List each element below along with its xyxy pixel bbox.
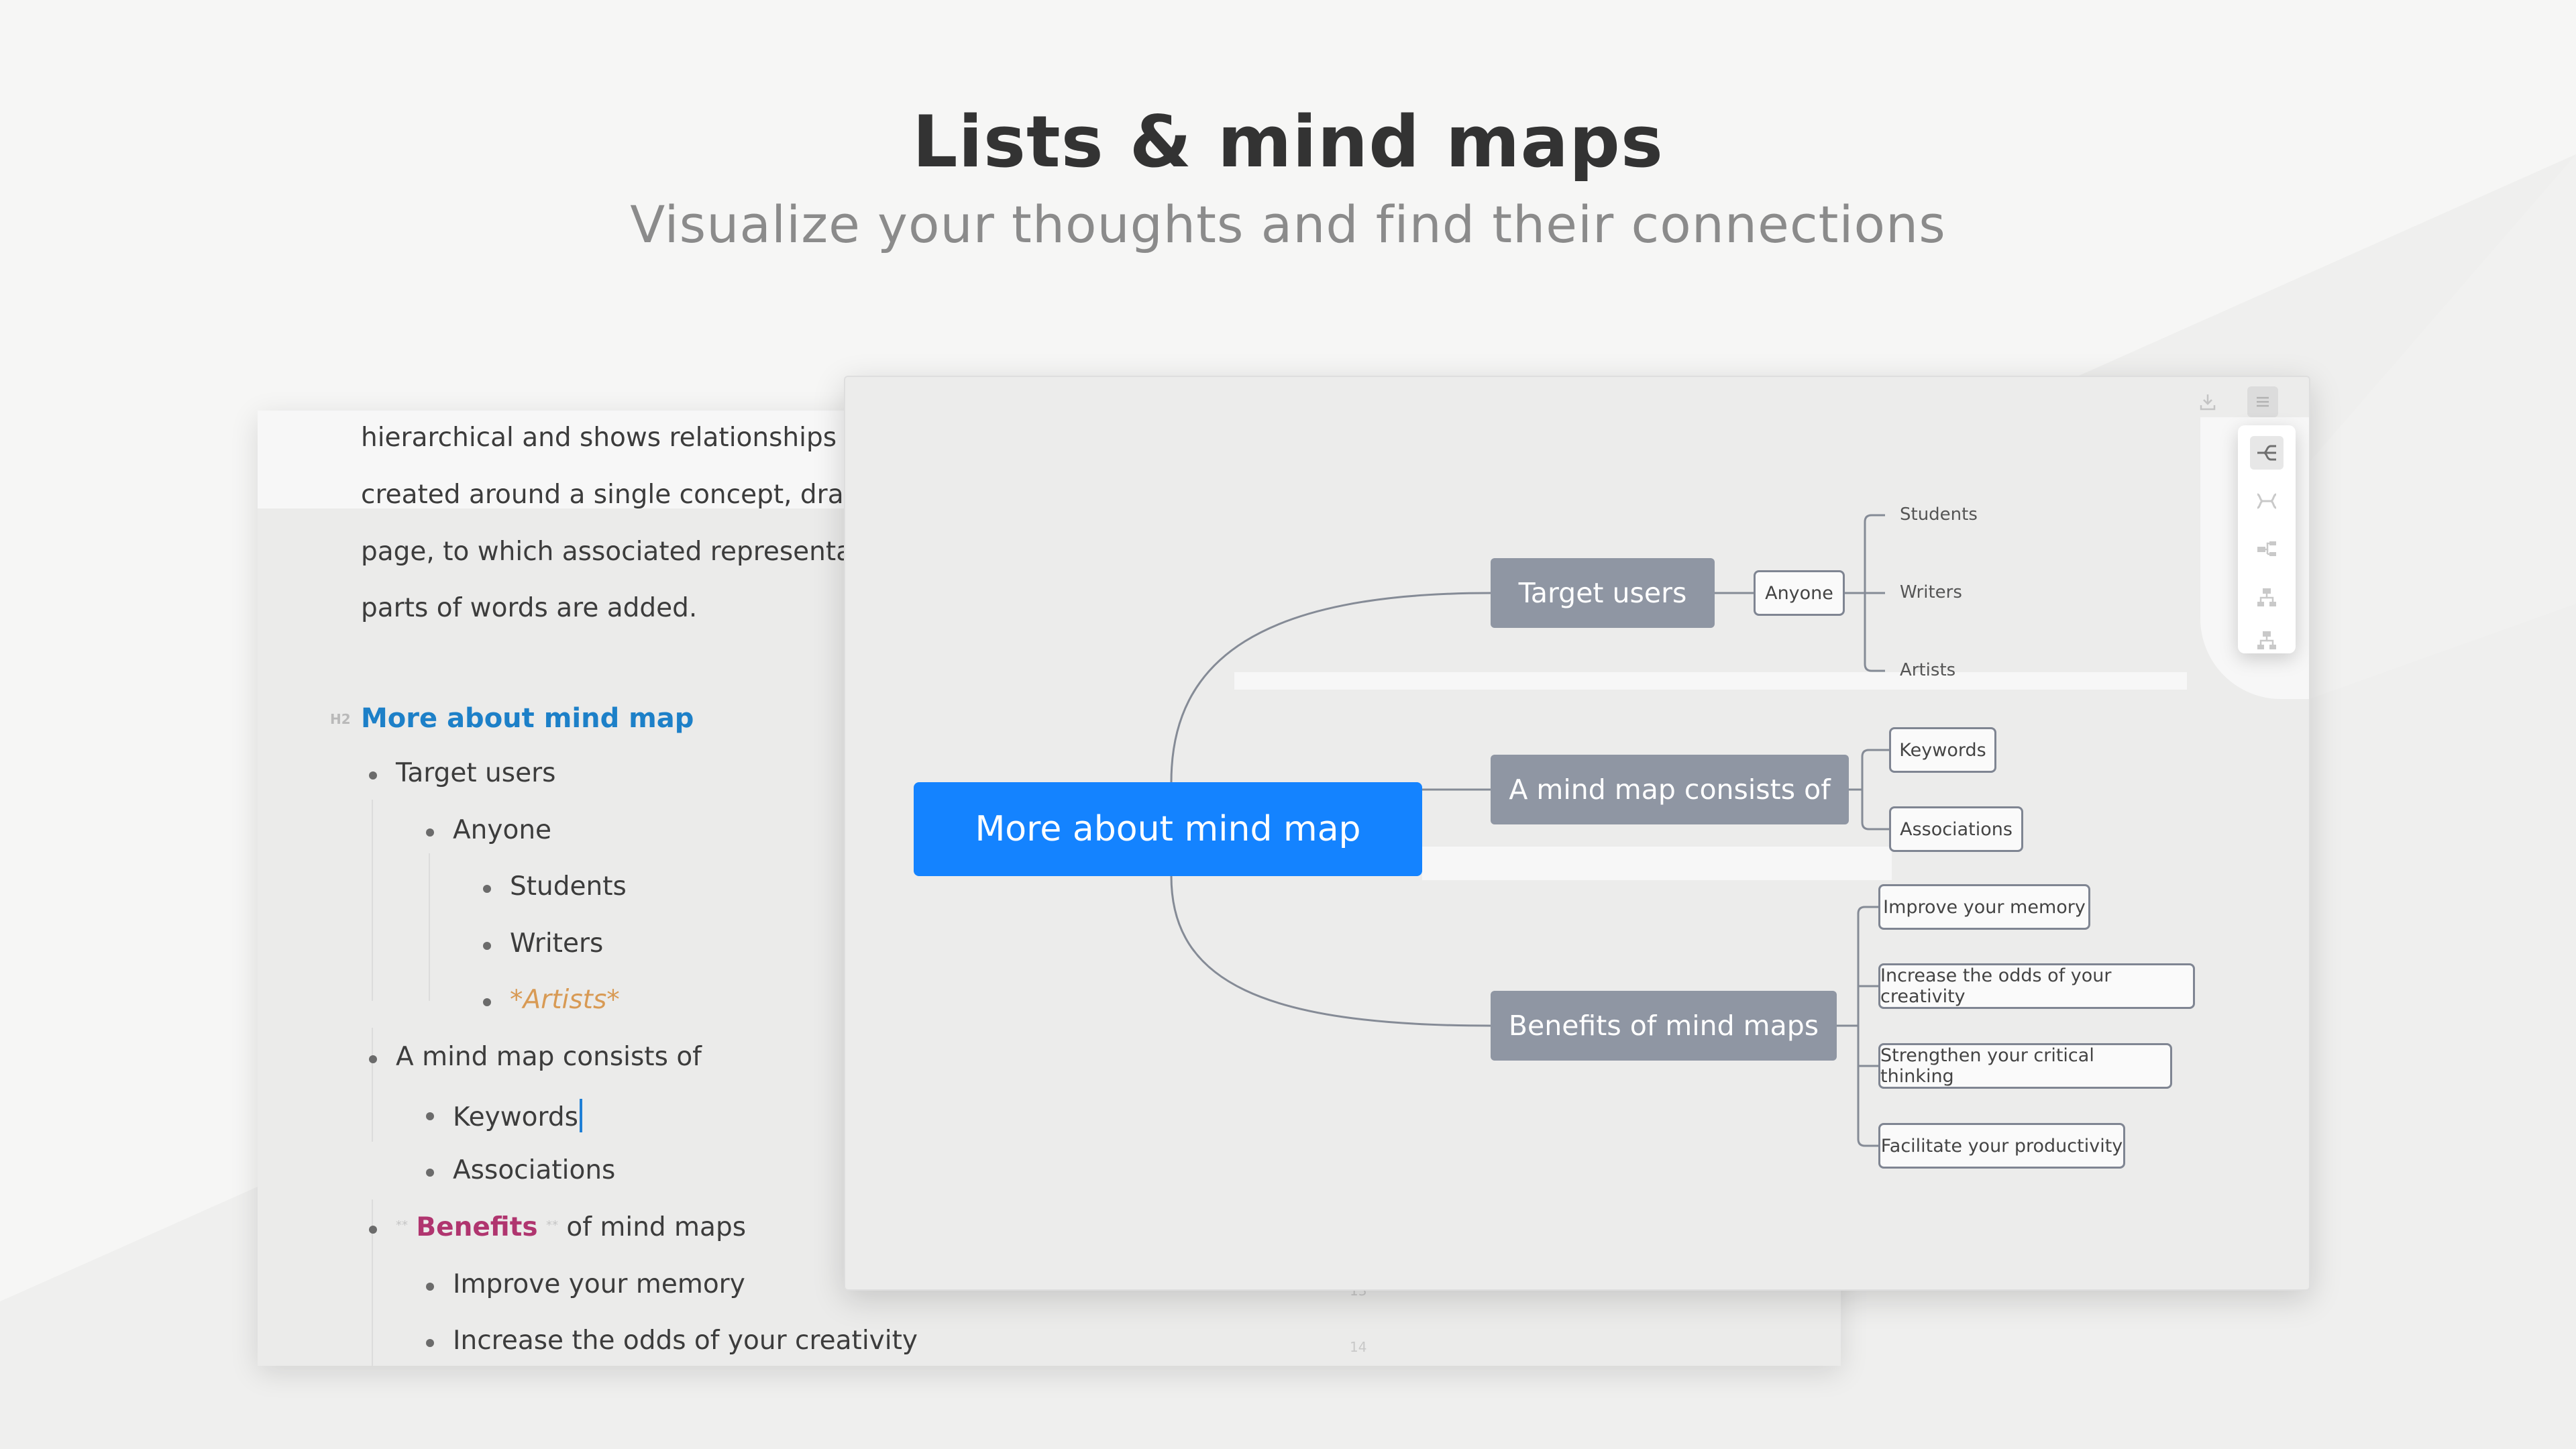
mindmap-window[interactable]: More about mind map Target users A mind … [844, 376, 2310, 1291]
indent-guide [429, 853, 430, 1001]
indent-guide [372, 1199, 373, 1366]
list-item-increase-creativity[interactable]: Increase the odds of your creativity [453, 1326, 918, 1356]
mindmap-leaf-students[interactable]: Students [1900, 504, 1978, 525]
list-bullet [369, 1226, 377, 1234]
layout-toolbar [2238, 425, 2296, 653]
bold-marker: ** [396, 1218, 408, 1232]
indent-guide [372, 800, 373, 1001]
download-icon[interactable] [2192, 386, 2223, 417]
mindmap-right-icon[interactable] [2250, 436, 2284, 470]
heading-level-marker: H2 [330, 711, 351, 727]
menu-icon[interactable] [2247, 386, 2278, 417]
text-cursor [579, 1099, 582, 1132]
list-bullet [369, 1055, 377, 1063]
page-title: Lists & mind maps [912, 101, 1664, 183]
paragraph-line: created around a single concept, drawn a… [361, 480, 920, 510]
mindmap-leaf-writers[interactable]: Writers [1900, 582, 1962, 602]
mindmap-node-increase-creativity[interactable]: Increase the odds of your creativity [1878, 963, 2195, 1009]
list-item-target-users[interactable]: Target users [396, 758, 555, 788]
list-bullet [426, 1339, 434, 1347]
mindmap-leaf-artists[interactable]: Artists [1900, 660, 1955, 680]
indent-guide [372, 1028, 373, 1142]
mindmap-node-anyone[interactable]: Anyone [1754, 570, 1845, 616]
list-item-anyone[interactable]: Anyone [453, 815, 551, 845]
list-bullet [426, 1283, 434, 1291]
list-item-keywords[interactable]: Keywords [453, 1099, 582, 1132]
paragraph-line: hierarchical and shows relationships amo… [361, 423, 914, 453]
mindmap-node-improve-memory[interactable]: Improve your memory [1878, 884, 2090, 930]
list-item-students[interactable]: Students [510, 871, 627, 902]
list-bullet [483, 885, 491, 893]
benefits-rest-text: of mind maps [566, 1212, 747, 1242]
bold-marker: ** [545, 1218, 558, 1232]
mindmap-both-icon[interactable] [2250, 484, 2284, 518]
list-bullet [483, 942, 491, 950]
list-item-consists-of[interactable]: A mind map consists of [396, 1042, 702, 1072]
mindmap-node-target-users[interactable]: Target users [1491, 558, 1715, 628]
list-bullet [483, 998, 491, 1006]
org-chart-icon[interactable] [2250, 581, 2284, 614]
mindmap-node-benefits[interactable]: Benefits of mind maps [1491, 991, 1837, 1061]
mindmap-root-node[interactable]: More about mind map [914, 782, 1422, 876]
list-bullet [369, 771, 377, 780]
list-bullet [426, 1169, 434, 1177]
paragraph-line: parts of words are added. [361, 593, 698, 623]
benefits-bold-text: Benefits [416, 1212, 538, 1242]
list-item-artists[interactable]: *Artists* [510, 985, 620, 1015]
mindmap-node-productivity[interactable]: Facilitate your productivity [1878, 1123, 2125, 1169]
line-number: 14 [1350, 1339, 1367, 1355]
section-heading[interactable]: More about mind map [361, 703, 694, 734]
list-item-writers[interactable]: Writers [510, 928, 603, 959]
list-bullet [426, 828, 434, 837]
list-item-improve-memory[interactable]: Improve your memory [453, 1269, 745, 1299]
mindmap-node-critical-thinking[interactable]: Strengthen your critical thinking [1878, 1043, 2172, 1089]
mindmap-node-consists-of[interactable]: A mind map consists of [1491, 755, 1849, 824]
page-subtitle: Visualize your thoughts and find their c… [630, 195, 1946, 254]
list-bullet [426, 1112, 434, 1120]
mindmap-node-keywords[interactable]: Keywords [1889, 727, 1996, 773]
tree-right-icon[interactable] [2250, 533, 2284, 566]
org-chart-alt-icon[interactable] [2250, 624, 2284, 657]
mindmap-node-associations[interactable]: Associations [1889, 806, 2023, 852]
list-item-keywords-text: Keywords [453, 1102, 578, 1132]
paragraph-line: page, to which associated representation… [361, 537, 916, 567]
list-item-associations[interactable]: Associations [453, 1155, 615, 1185]
list-item-benefits[interactable]: ** Benefits ** of mind maps [396, 1212, 746, 1242]
